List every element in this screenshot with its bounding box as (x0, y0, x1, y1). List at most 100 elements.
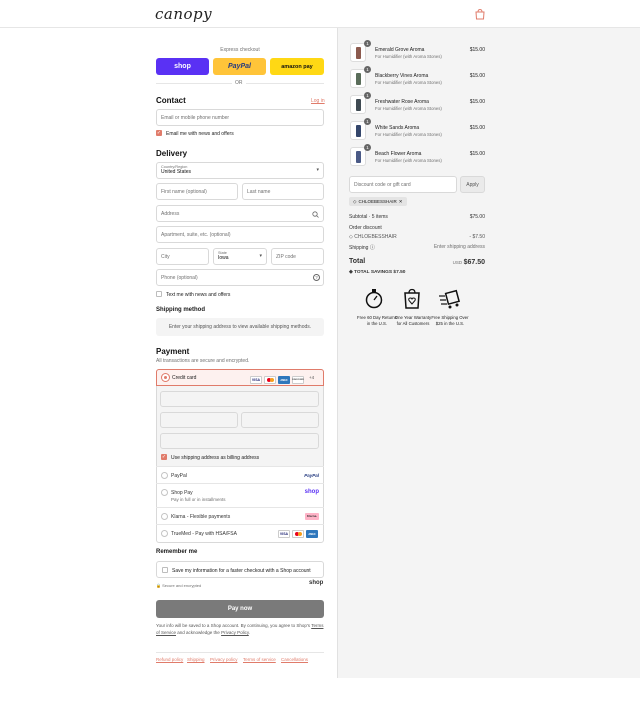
discover-icon: DISCOVER (292, 376, 304, 384)
item-name: Emerald Grove Aroma (375, 47, 425, 53)
zip-input[interactable]: ZIP code (271, 248, 324, 265)
remember-heading: Remember me (156, 549, 198, 555)
card-cvc-input[interactable] (241, 412, 319, 428)
remember-label: Save my information for a faster checkou… (172, 568, 311, 574)
address-placeholder: Address (161, 210, 180, 217)
privacy-policy-link[interactable]: Privacy policy (210, 657, 238, 662)
item-name: Freshwater Rose Aroma (375, 99, 429, 105)
newsletter-checkbox[interactable]: ✓ (156, 130, 162, 136)
card-expiry-input[interactable] (160, 412, 238, 428)
shipping-value: Enter shipping address (433, 244, 485, 250)
country-select[interactable]: Country/Region United States ▾ (156, 162, 324, 179)
credit-card-option[interactable]: Credit card VISA AMEX DISCOVER +4 (156, 369, 324, 386)
discount-input[interactable]: Discount code or gift card (349, 176, 457, 193)
privacy-link[interactable]: Privacy Policy (221, 630, 249, 635)
state-select[interactable]: State Iowa ▾ (213, 248, 267, 265)
truemed-radio[interactable] (161, 530, 168, 537)
product-thumbnail (350, 121, 366, 140)
text-me-checkbox[interactable] (156, 291, 162, 297)
total-savings-row: ◈ TOTAL SAVINGS $7.50 (349, 270, 485, 275)
subtotal-row: Subtotal · 5 items $75.00 (349, 214, 485, 220)
shopping-bag-icon[interactable] (474, 8, 486, 20)
subtotal-value: $75.00 (469, 214, 485, 220)
info-icon[interactable]: ⓘ (368, 245, 375, 251)
card-number-input[interactable] (160, 391, 319, 407)
discount-code-label: CHLOEBESSHAIR (354, 234, 397, 240)
discover-text: DISCOVER (292, 379, 304, 381)
logo[interactable]: canopy (155, 5, 212, 23)
billing-label: Use shipping address as billing address (171, 455, 260, 461)
apartment-placeholder: Apartment, suite, etc. (optional) (161, 231, 231, 238)
last-name-input[interactable]: Last name (242, 183, 324, 200)
remember-checkbox[interactable] (162, 567, 168, 573)
pay-now-button[interactable]: Pay now (156, 600, 324, 618)
shipping-method-note: Enter your shipping address to view avai… (156, 318, 324, 336)
text-me-label: Text me with news and offers (166, 292, 231, 298)
shop-pay-option[interactable]: Shop Pay Pay in full or in installments … (156, 483, 324, 507)
city-input[interactable]: City (156, 248, 209, 265)
email-input[interactable]: Email or mobile phone number (156, 109, 324, 126)
first-name-input[interactable]: First name (optional) (156, 183, 238, 200)
amex-text: AMEX (280, 378, 288, 382)
paypal-button[interactable]: PayPal (213, 58, 266, 75)
product-bottle-icon (356, 73, 361, 85)
card-name-input[interactable] (160, 433, 319, 449)
shop-pay-button[interactable]: shop (156, 58, 209, 75)
subtotal-label: Subtotal · 5 items (349, 214, 388, 220)
remove-discount-icon[interactable]: ✕ (399, 199, 403, 205)
shop-pay-option-label: Shop Pay (171, 490, 193, 496)
fast-shipping-icon (439, 289, 461, 309)
refund-policy-link[interactable]: Refund policy (156, 657, 183, 662)
chevron-down-icon: ▾ (259, 253, 262, 259)
cancellations-link[interactable]: Cancellations (281, 657, 308, 662)
shipping-link[interactable]: Shipping (187, 657, 205, 662)
paypal-radio[interactable] (161, 472, 168, 479)
paypal-option[interactable]: PayPal PayPal (156, 466, 324, 483)
shop-logo: shop (309, 580, 324, 586)
login-link[interactable]: Log in (311, 98, 325, 104)
shop-pay-logo: shop (304, 489, 319, 495)
or-label: OR (232, 80, 246, 86)
item-price: $15.00 (469, 151, 485, 157)
apartment-input[interactable]: Apartment, suite, etc. (optional) (156, 226, 324, 243)
legal-text-middle: and acknowledge the (177, 630, 220, 635)
perk-free-shipping: Free Shipping Over $25 in the U.S. (431, 315, 469, 326)
shipping-row: Shipping ⓘ Enter shipping address (349, 244, 485, 251)
order-discount-row: Order discount (349, 225, 485, 231)
truemed-option[interactable]: TrueMed - Pay with HSA/FSA VISA AMEX (156, 524, 324, 543)
billing-checkbox[interactable]: ✓ (161, 454, 167, 460)
apply-label: Apply (466, 181, 479, 188)
item-name: Beach Flower Aroma (375, 151, 422, 157)
klarna-radio[interactable] (161, 513, 168, 520)
quantity-badge: 1 (364, 66, 371, 73)
credit-card-radio[interactable] (162, 374, 169, 381)
order-item: 1 White Sands Aroma For Humidifier (with… (350, 118, 485, 143)
visa-icon: VISA (250, 376, 262, 384)
klarna-option[interactable]: Klarna - Flexible payments Klarna. (156, 507, 324, 524)
secure-label: 🔒 Secure and encrypted (156, 583, 202, 588)
product-thumbnail (350, 43, 366, 62)
address-input[interactable]: Address (156, 205, 324, 222)
delivery-heading: Delivery (156, 149, 188, 158)
phone-input[interactable]: Phone (optional) ? (156, 269, 324, 286)
shop-pay-label: shop (174, 63, 191, 70)
item-variant: For Humidifier (with Aroma Stones) (375, 158, 442, 163)
order-item: 1 Beach Flower Aroma For Humidifier (wit… (350, 144, 485, 169)
product-bottle-icon (356, 151, 361, 163)
item-price: $15.00 (469, 47, 485, 53)
apply-button[interactable]: Apply (460, 176, 485, 193)
card-fields-area: ✓ Use shipping address as billing addres… (157, 386, 323, 466)
shop-pay-radio[interactable] (161, 489, 168, 496)
tag-icon: ◇ (353, 198, 357, 204)
newsletter-label: Email me with news and offers (166, 131, 234, 137)
total-row: Total USD $67.50 (349, 258, 485, 270)
order-item: 1 Freshwater Rose Aroma For Humidifier (… (350, 92, 485, 117)
credit-card-label: Credit card (172, 375, 197, 381)
terms-of-service-link[interactable]: Terms of service (243, 657, 276, 662)
product-thumbnail (350, 147, 366, 166)
shipping-label: Shipping (349, 245, 369, 251)
savings-value: $7.50 (393, 270, 406, 275)
amazon-pay-button[interactable]: amazon pay (270, 58, 324, 75)
help-icon[interactable]: ? (313, 274, 320, 281)
product-bottle-icon (356, 99, 361, 111)
